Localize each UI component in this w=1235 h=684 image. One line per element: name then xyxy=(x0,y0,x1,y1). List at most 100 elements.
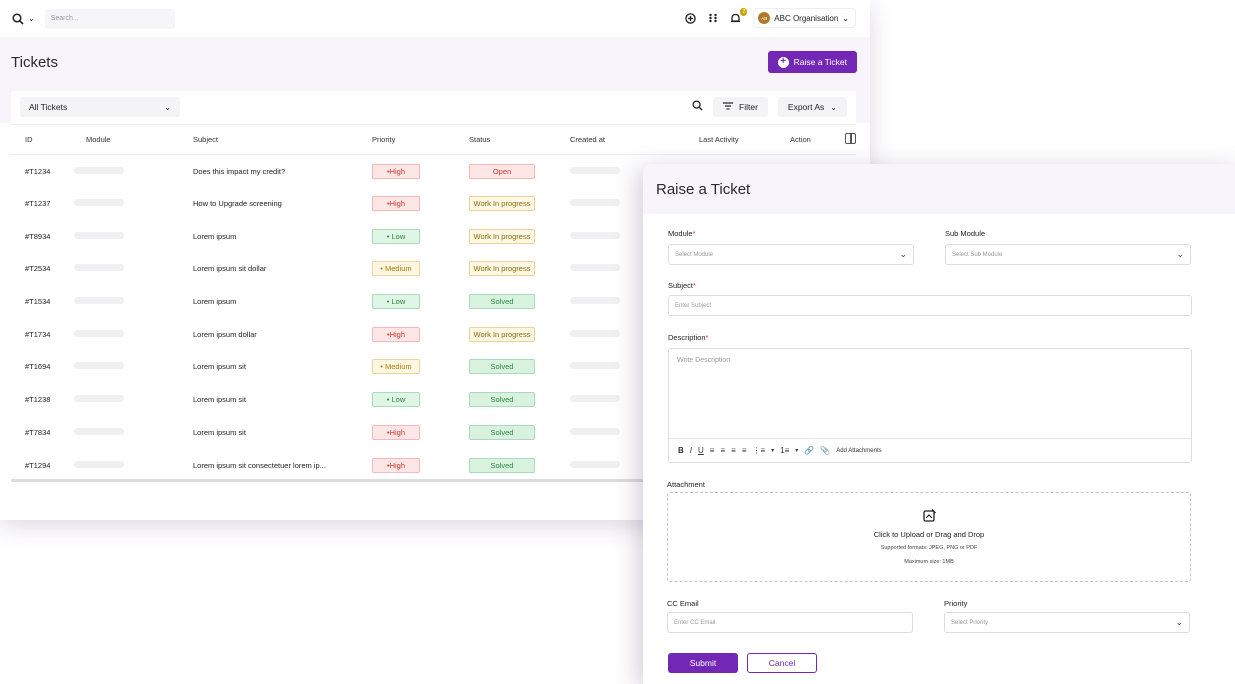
column-header-module[interactable]: Module xyxy=(86,124,193,155)
priority-cell: •High xyxy=(372,187,469,220)
align-left-icon[interactable]: ≡ xyxy=(710,446,715,455)
top-bar: ⌄ Search... 2 AB ABC Organisation ⌄ xyxy=(0,0,870,37)
loading-skeleton xyxy=(74,297,124,305)
underline-icon[interactable]: U xyxy=(698,446,704,455)
bold-icon[interactable]: B xyxy=(678,446,684,455)
search-icon[interactable] xyxy=(12,12,24,25)
module-label: Module* xyxy=(668,229,696,238)
search-input[interactable]: Search... xyxy=(44,8,175,29)
column-header-created-at[interactable]: Created at xyxy=(570,124,699,155)
notification-bell-icon[interactable]: 2 xyxy=(730,7,748,24)
notification-count: 2 xyxy=(740,7,748,16)
raise-ticket-dialog: Raise a Ticket Module* Select Module ⌄ S… xyxy=(643,164,1235,684)
status-cell: Solved xyxy=(469,383,570,416)
organisation-switcher[interactable]: AB ABC Organisation ⌄ xyxy=(753,8,856,28)
priority-label: Priority xyxy=(944,599,968,608)
subject-input[interactable]: Enter Subject xyxy=(668,295,1192,316)
priority-badge: •High xyxy=(372,457,420,473)
sub-module-label: Sub Module xyxy=(945,229,986,238)
align-right-icon[interactable]: ≡ xyxy=(731,446,736,455)
cancel-button[interactable]: Cancel xyxy=(747,653,817,673)
loading-skeleton xyxy=(570,297,620,305)
loading-skeleton xyxy=(74,362,124,370)
apps-grid-icon[interactable] xyxy=(708,13,718,23)
status-cell: Work In progress xyxy=(469,318,570,351)
priority-cell: • Low xyxy=(372,285,469,318)
module-placeholder xyxy=(74,351,193,384)
ticket-subject: How to Upgrade screening xyxy=(193,199,282,209)
chevron-down-icon[interactable]: ⌄ xyxy=(28,14,35,23)
priority-badge: •High xyxy=(372,196,420,212)
upload-title: Click to Upload or Drag and Drop xyxy=(873,530,985,539)
attachment-dropzone[interactable]: Click to Upload or Drag and Drop Support… xyxy=(667,492,1191,582)
table-search-icon[interactable] xyxy=(692,100,703,114)
module-select[interactable]: Select Module ⌄ xyxy=(668,244,914,265)
priority-select[interactable]: Select Priority ⌄ xyxy=(944,612,1190,633)
ticket-subject: Lorem ipsum dollar xyxy=(193,329,257,339)
filter-bar: All Tickets ⌄ Filter Export As ⌄ xyxy=(0,87,870,123)
submit-button[interactable]: Submit xyxy=(668,653,738,673)
status-cell: Solved xyxy=(469,416,570,449)
chevron-down-icon: ⌄ xyxy=(1175,617,1183,627)
module-placeholder xyxy=(74,285,193,318)
column-header-status[interactable]: Status xyxy=(469,124,570,155)
ticket-subject: Does this impact my credit? xyxy=(193,166,286,176)
loading-skeleton xyxy=(570,166,620,174)
priority-select-value: Select Priority xyxy=(951,619,989,626)
ticket-view-select[interactable]: All Tickets ⌄ xyxy=(20,97,180,117)
description-editor[interactable]: Write Description B I U ≡ ≡ ≡ ≡ ⋮≡ ▾ 1≡ … xyxy=(668,348,1192,463)
raise-ticket-label: Raise a Ticket xyxy=(793,57,847,67)
column-header-subject[interactable]: Subject xyxy=(193,124,372,155)
column-header-id[interactable]: ID xyxy=(11,124,86,155)
column-header-priority[interactable]: Priority xyxy=(372,124,469,155)
loading-skeleton xyxy=(74,329,124,337)
loading-skeleton xyxy=(570,231,620,239)
module-placeholder xyxy=(74,253,193,286)
subject-label: Subject* xyxy=(668,281,696,290)
cc-email-input[interactable]: Enter CC Email xyxy=(667,612,913,633)
italic-icon[interactable]: I xyxy=(690,446,692,455)
priority-cell: • Low xyxy=(372,383,469,416)
column-layout-icon[interactable] xyxy=(845,133,856,144)
add-circle-icon[interactable] xyxy=(685,12,697,24)
export-as-button[interactable]: Export As ⌄ xyxy=(777,97,847,117)
add-attachments-button[interactable]: Add Attachments xyxy=(836,448,881,454)
search-area: ⌄ Search... xyxy=(12,8,175,29)
align-center-icon[interactable]: ≡ xyxy=(720,446,725,455)
module-select-value: Select Module xyxy=(675,251,714,258)
subject-placeholder: Enter Subject xyxy=(675,302,712,309)
status-badge: Work In progress xyxy=(469,228,535,244)
loading-skeleton xyxy=(74,231,124,239)
status-cell: Open xyxy=(469,155,570,188)
loading-skeleton xyxy=(570,395,620,403)
status-badge: Work In progress xyxy=(469,326,535,342)
chevron-down-icon[interactable]: ▾ xyxy=(795,447,798,454)
loading-skeleton xyxy=(74,427,124,435)
attachment-label: Attachment xyxy=(667,480,705,489)
align-justify-icon[interactable]: ≡ xyxy=(742,446,747,455)
chevron-down-icon[interactable]: ▾ xyxy=(771,447,774,454)
paperclip-icon[interactable]: 📎 xyxy=(820,446,830,455)
ticket-subject: Lorem ipsum sit xyxy=(193,395,246,405)
sub-module-select[interactable]: Select Sub Module ⌄ xyxy=(945,244,1191,265)
link-icon[interactable]: 🔗 xyxy=(804,446,814,455)
priority-badge: • Medium xyxy=(372,261,420,277)
priority-cell: •High xyxy=(372,318,469,351)
bullet-list-icon[interactable]: ⋮≡ xyxy=(752,446,765,455)
priority-cell: • Medium xyxy=(372,351,469,384)
plus-icon: + xyxy=(777,56,789,68)
column-header-last-activity[interactable]: Last Activity xyxy=(699,124,790,155)
loading-skeleton xyxy=(570,264,620,272)
module-placeholder xyxy=(74,416,193,449)
ticket-view-value: All Tickets xyxy=(29,102,68,112)
chevron-down-icon: ⌄ xyxy=(899,249,907,259)
ticket-subject: Lorem ipsum sit xyxy=(193,362,246,372)
module-placeholder xyxy=(74,318,193,351)
filter-button[interactable]: Filter xyxy=(713,97,768,117)
sub-module-select-value: Select Sub Module xyxy=(952,251,1003,258)
numbered-list-icon[interactable]: 1≡ xyxy=(780,446,789,455)
editor-toolbar: B I U ≡ ≡ ≡ ≡ ⋮≡ ▾ 1≡ ▾ 🔗 📎 Add Attachme… xyxy=(669,438,1191,462)
chevron-down-icon: ⌄ xyxy=(842,13,849,23)
status-badge: Solved xyxy=(469,424,535,440)
raise-ticket-button[interactable]: + Raise a Ticket xyxy=(767,51,857,73)
